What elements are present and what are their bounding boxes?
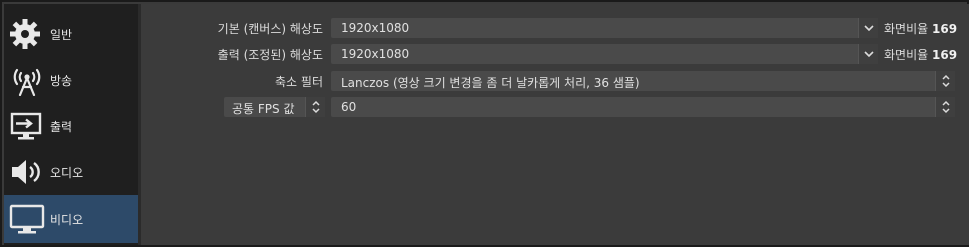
sidebar-item-output-label: 출력 — [50, 120, 73, 134]
downscale-filter-select[interactable]: Lanczos (영상 크기 변경을 좀 더 날카롭게 처리, 36 샘플) — [331, 71, 955, 91]
base-aspect-prefix: 화면비율 — [884, 22, 929, 36]
sidebar-item-general-label: 일반 — [50, 28, 73, 42]
broadcast-antenna-icon — [9, 64, 45, 96]
sidebar-item-stream-label: 방송 — [50, 74, 73, 88]
fps-value: 60 — [341, 100, 357, 114]
sidebar-item-output[interactable]: 출력 — [4, 104, 140, 148]
speaker-icon — [9, 156, 45, 188]
output-aspect-value: 169 — [932, 48, 958, 62]
output-aspect-prefix: 화면비율 — [884, 48, 929, 62]
settings-sidebar: 일반 방송 출력 오디오 비디오 — [4, 4, 140, 245]
fps-type-select[interactable]: 공통 FPS 값 — [224, 97, 325, 117]
base-resolution-label: 기본 (캔버스) 해상도 — [217, 22, 323, 36]
output-resolution-label: 출력 (조정된) 해상도 — [217, 48, 323, 62]
downscale-filter-label: 축소 필터 — [275, 75, 323, 89]
sidebar-item-audio-label: 오디오 — [50, 166, 84, 180]
output-resolution-select[interactable]: 1920x1080 — [331, 44, 878, 64]
output-aspect-ratio: 화면비율 169 — [884, 46, 957, 63]
monitor-icon — [9, 204, 45, 236]
chevron-down-icon[interactable] — [858, 18, 878, 38]
chevron-down-icon[interactable] — [858, 44, 878, 64]
sidebar-item-general[interactable]: 일반 — [4, 12, 140, 56]
updown-arrows-icon[interactable] — [935, 71, 955, 91]
sidebar-item-audio[interactable]: 오디오 — [4, 150, 140, 194]
output-resolution-value: 1920x1080 — [341, 47, 410, 61]
downscale-filter-value: Lanczos (영상 크기 변경을 좀 더 날카롭게 처리, 36 샘플) — [341, 76, 640, 90]
sidebar-item-video-label: 비디오 — [50, 213, 84, 227]
settings-window: 일반 방송 출력 오디오 비디오 기본 (캔버스) 해상도 1920x1080 … — [0, 0, 969, 247]
updown-arrows-icon[interactable] — [305, 97, 325, 117]
gear-icon — [9, 18, 45, 50]
output-monitor-icon — [9, 110, 45, 142]
updown-arrows-icon[interactable] — [935, 97, 955, 117]
sidebar-item-video[interactable]: 비디오 — [4, 195, 140, 243]
base-resolution-select[interactable]: 1920x1080 — [331, 18, 878, 38]
base-aspect-ratio: 화면비율 169 — [884, 20, 957, 37]
base-aspect-value: 169 — [932, 22, 958, 36]
video-settings-panel: 기본 (캔버스) 해상도 1920x1080 화면비율 169 출력 (조정된)… — [141, 4, 969, 245]
sidebar-item-stream[interactable]: 방송 — [4, 58, 140, 102]
fps-value-select[interactable]: 60 — [331, 97, 955, 117]
fps-type-label: 공통 FPS 값 — [232, 102, 295, 116]
base-resolution-value: 1920x1080 — [341, 21, 410, 35]
